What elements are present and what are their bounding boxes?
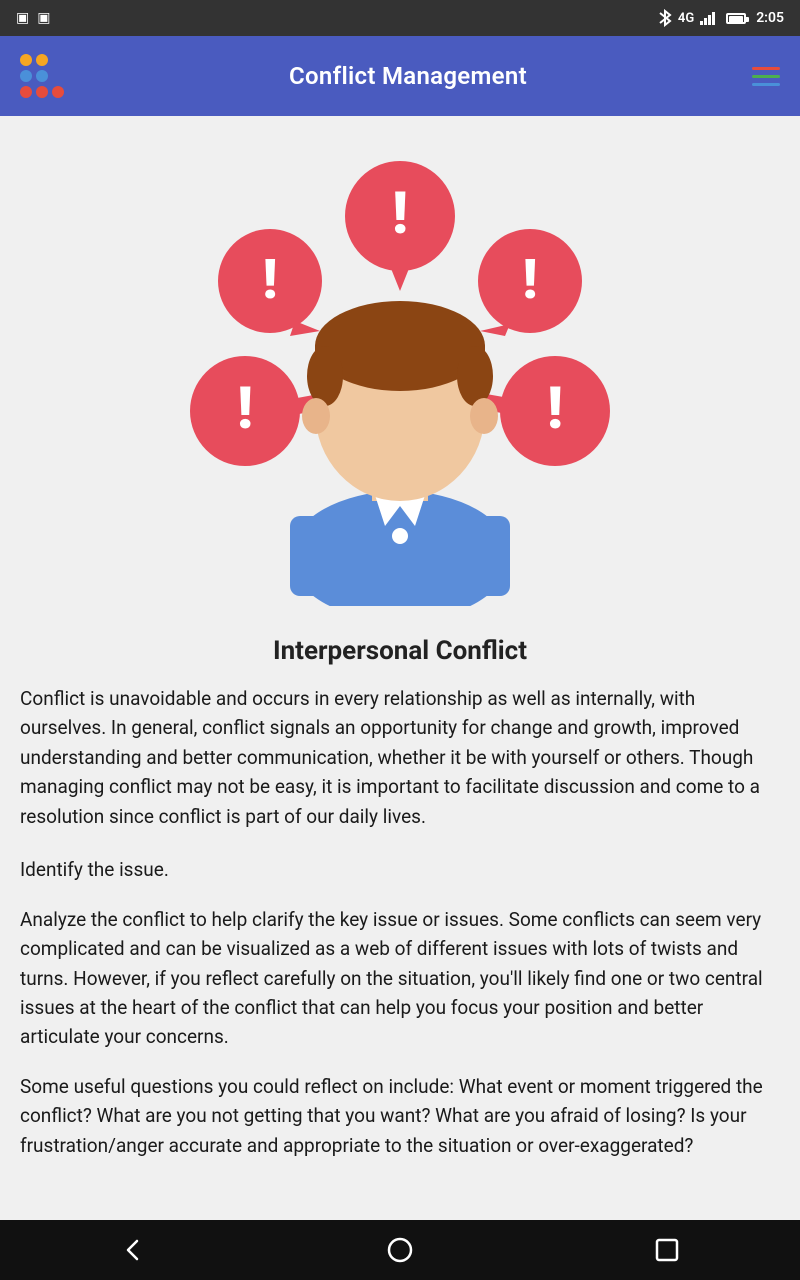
app-logo — [20, 54, 64, 98]
logo-dot-8 — [36, 86, 48, 98]
bottom-navigation — [0, 1220, 800, 1280]
svg-text:!: ! — [262, 248, 277, 312]
sync-icon: ▣ — [37, 10, 50, 26]
network-type: 4G — [678, 11, 694, 26]
logo-dot-6 — [52, 70, 64, 82]
logo-dot-3 — [52, 54, 64, 66]
status-bar: ▣ ▣ 4G 2:05 — [0, 0, 800, 36]
battery-icon — [726, 13, 746, 24]
point-identify-issue: Identify the issue. — [20, 855, 780, 884]
intro-paragraph: Conflict is unavoidable and occurs in ev… — [20, 684, 780, 831]
point-analyze-conflict: Analyze the conflict to help clarify the… — [20, 905, 780, 1052]
point-useful-questions: Some useful questions you could reflect … — [20, 1072, 780, 1160]
logo-dot-4 — [20, 70, 32, 82]
interpersonal-conflict-illustration: ! ! ! ! ! — [150, 136, 650, 606]
logo-dot-7 — [20, 86, 32, 98]
svg-text:!: ! — [237, 375, 253, 443]
signal-icon — [700, 11, 718, 25]
menu-line-3 — [752, 83, 780, 86]
content-heading: Interpersonal Conflict — [20, 636, 780, 666]
home-button[interactable] — [370, 1220, 430, 1280]
app-bar: Conflict Management — [0, 36, 800, 116]
status-right-icons: 4G 2:05 — [658, 9, 784, 27]
svg-text:!: ! — [547, 375, 563, 443]
recent-apps-button[interactable] — [637, 1220, 697, 1280]
logo-dot-2 — [36, 54, 48, 66]
app-title: Conflict Management — [289, 62, 527, 90]
illustration-container: ! ! ! ! ! — [20, 136, 780, 616]
main-content: ! ! ! ! ! — [0, 116, 800, 1200]
bluetooth-icon — [658, 9, 672, 27]
notification-icon: ▣ — [16, 10, 29, 26]
menu-line-1 — [752, 67, 780, 70]
svg-text:!: ! — [392, 180, 408, 248]
time-display: 2:05 — [756, 10, 784, 26]
logo-dot-5 — [36, 70, 48, 82]
menu-button[interactable] — [752, 67, 780, 86]
svg-text:!: ! — [522, 248, 537, 312]
logo-dot-9 — [52, 86, 64, 98]
back-button[interactable] — [103, 1220, 163, 1280]
menu-line-2 — [752, 75, 780, 78]
logo-dot-1 — [20, 54, 32, 66]
status-left-icons: ▣ ▣ — [16, 10, 50, 26]
